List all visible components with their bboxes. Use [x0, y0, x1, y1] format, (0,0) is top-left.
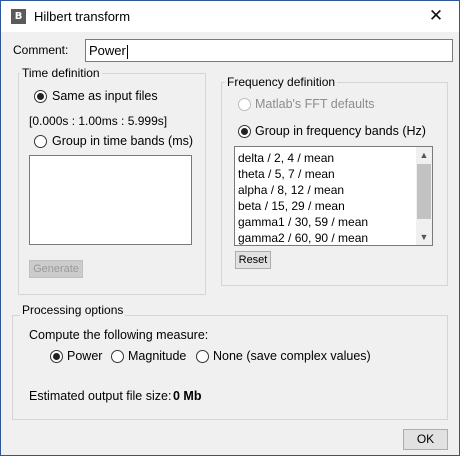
ok-button[interactable]: OK [403, 429, 448, 450]
title-bar: B Hilbert transform ✕ [1, 1, 459, 32]
comment-value: Power [89, 43, 126, 58]
processing-options-legend: Processing options [20, 303, 126, 317]
fft-defaults-label: Matlab's FFT defaults [255, 97, 375, 111]
reset-button[interactable]: Reset [235, 251, 271, 269]
comment-label: Comment: [13, 43, 69, 57]
brainstorm-app-icon: B [11, 9, 26, 24]
time-bands-label: Group in time bands (ms) [52, 134, 194, 148]
same-as-input-label: Same as input files [52, 89, 158, 103]
none-radio[interactable] [196, 350, 209, 363]
close-icon[interactable]: ✕ [413, 1, 459, 32]
list-item[interactable]: alpha / 8, 12 / mean [238, 183, 344, 197]
scrollbar-thumb[interactable] [417, 164, 431, 219]
same-as-input-radio[interactable] [34, 90, 47, 103]
list-item[interactable]: theta / 5, 7 / mean [238, 167, 335, 181]
time-range-text: [0.000s : 1.00ms : 5.999s] [29, 114, 168, 128]
list-item[interactable]: delta / 2, 4 / mean [238, 151, 334, 165]
frequency-bands-label: Group in frequency bands (Hz) [255, 124, 426, 138]
generate-button[interactable]: Generate [29, 260, 83, 278]
list-item[interactable]: beta / 15, 29 / mean [238, 199, 345, 213]
measure-label: Compute the following measure: [29, 328, 209, 342]
hilbert-transform-dialog: B Hilbert transform ✕ Comment: Power Tim… [0, 0, 460, 456]
fft-defaults-radio[interactable] [238, 98, 251, 111]
none-label: None (save complex values) [213, 349, 371, 363]
window-title: Hilbert transform [34, 9, 131, 24]
time-bands-textarea[interactable] [29, 155, 192, 245]
power-radio[interactable] [50, 350, 63, 363]
magnitude-radio[interactable] [111, 350, 124, 363]
frequency-bands-list[interactable]: delta / 2, 4 / mean theta / 5, 7 / mean … [234, 146, 433, 246]
magnitude-label: Magnitude [128, 349, 187, 363]
list-item[interactable]: gamma1 / 30, 59 / mean [238, 215, 368, 229]
time-definition-legend: Time definition [20, 66, 102, 80]
list-scrollbar[interactable]: ▲ ▼ [416, 147, 432, 245]
scroll-down-icon[interactable]: ▼ [416, 229, 432, 245]
file-size-value: 0 Mb [173, 389, 202, 403]
file-size-label: Estimated output file size: [29, 389, 172, 403]
frequency-bands-radio[interactable] [238, 125, 251, 138]
power-label: Power [67, 349, 103, 363]
text-caret [126, 44, 128, 59]
time-bands-radio[interactable] [34, 135, 47, 148]
frequency-definition-legend: Frequency definition [225, 75, 338, 89]
scroll-up-icon[interactable]: ▲ [416, 147, 432, 163]
list-item[interactable]: gamma2 / 60, 90 / mean [238, 231, 368, 245]
comment-input[interactable]: Power [85, 39, 453, 62]
